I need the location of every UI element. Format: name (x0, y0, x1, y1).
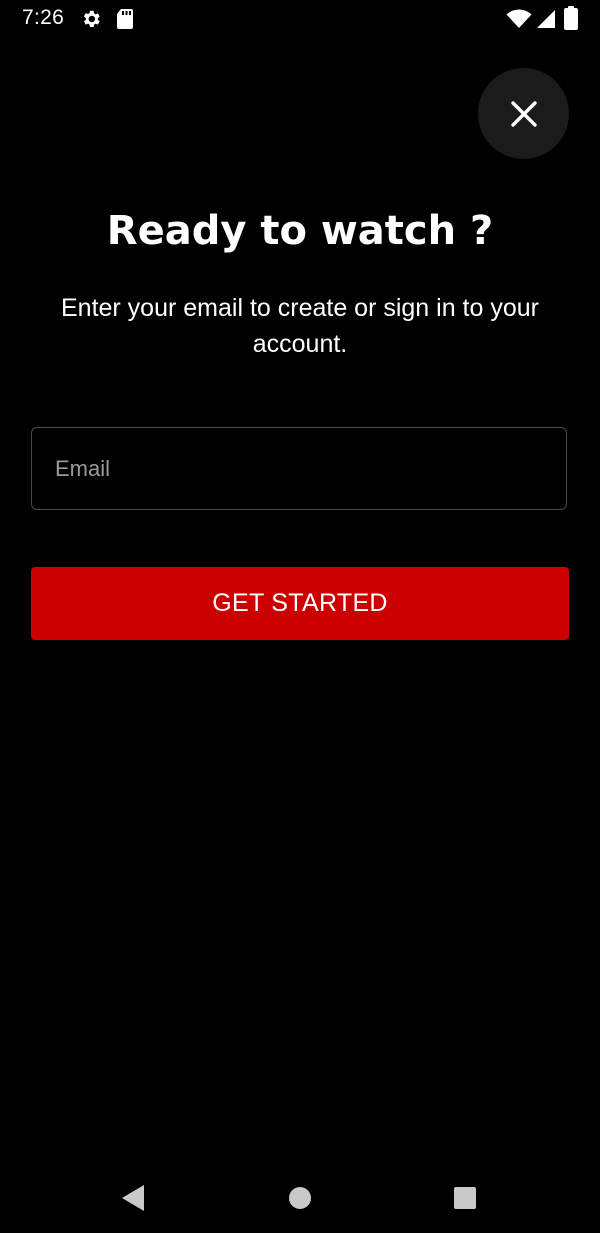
close-icon (510, 100, 538, 128)
recents-button[interactable] (447, 1180, 483, 1216)
email-field[interactable] (31, 427, 567, 510)
close-button[interactable] (478, 68, 569, 159)
recents-icon (453, 1186, 477, 1210)
email-input[interactable] (32, 428, 566, 509)
signal-icon (534, 9, 556, 34)
page-subtitle: Enter your email to create or sign in to… (60, 294, 539, 358)
status-bar: 7:26 (0, 0, 600, 38)
home-icon (288, 1186, 312, 1210)
page-title: Ready to watch ? (106, 208, 494, 254)
back-button[interactable] (115, 1180, 151, 1216)
status-time: 7:26 (22, 6, 65, 29)
home-button[interactable] (282, 1180, 318, 1216)
sd-card-icon (115, 8, 135, 35)
back-icon (120, 1184, 146, 1212)
wifi-icon (506, 9, 532, 34)
system-nav-bar (0, 1160, 600, 1233)
battery-icon (564, 6, 578, 35)
get-started-button[interactable]: GET STARTED (31, 567, 569, 640)
gear-icon (80, 8, 102, 35)
